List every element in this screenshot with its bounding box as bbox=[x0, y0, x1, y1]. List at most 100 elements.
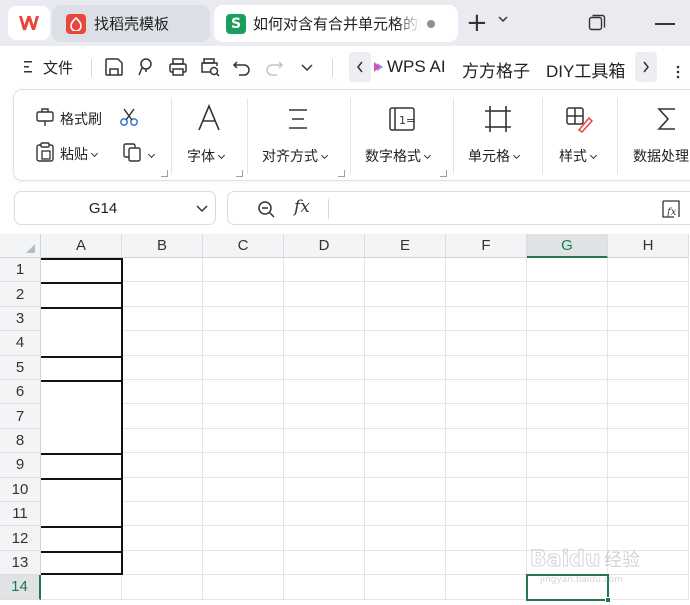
cell-c3[interactable] bbox=[203, 306, 284, 332]
window-restore-icon[interactable] bbox=[588, 14, 606, 32]
cell-e3[interactable] bbox=[365, 306, 446, 332]
cell-c5[interactable] bbox=[203, 355, 284, 380]
font-button[interactable]: 字体 bbox=[187, 146, 226, 166]
cell-b9[interactable] bbox=[122, 453, 203, 478]
cell-g5[interactable] bbox=[527, 355, 608, 380]
cell-h4[interactable] bbox=[608, 331, 689, 356]
file-menu[interactable]: 文件 bbox=[43, 57, 73, 78]
cell-d10[interactable] bbox=[284, 477, 365, 502]
cell-g7[interactable] bbox=[527, 404, 608, 429]
cell-g9[interactable] bbox=[527, 453, 608, 478]
row-header-5[interactable]: 5 bbox=[0, 355, 41, 380]
cell-g8[interactable] bbox=[527, 428, 608, 454]
cell-h10[interactable] bbox=[608, 477, 689, 502]
cell-d7[interactable] bbox=[284, 404, 365, 429]
formula-input[interactable] bbox=[332, 197, 652, 221]
tab-docer-templates[interactable]: 找稻壳模板 bbox=[52, 5, 210, 42]
cell-f2[interactable] bbox=[446, 282, 527, 307]
cell-h1[interactable] bbox=[608, 258, 689, 283]
merged-cell-a6-a8[interactable] bbox=[41, 380, 123, 454]
cell-c6[interactable] bbox=[203, 380, 284, 405]
cell-c2[interactable] bbox=[203, 282, 284, 307]
cell-f7[interactable] bbox=[446, 404, 527, 429]
cell-f14[interactable] bbox=[446, 575, 527, 600]
tab-wps-ai[interactable]: WPS AI bbox=[387, 57, 446, 77]
copy-chevron-down-icon[interactable] bbox=[147, 150, 156, 159]
cell-f12[interactable] bbox=[446, 526, 527, 551]
cell-f8[interactable] bbox=[446, 428, 527, 454]
cell-e9[interactable] bbox=[365, 453, 446, 478]
cell-e4[interactable] bbox=[365, 331, 446, 356]
merged-cell-a13[interactable] bbox=[41, 550, 123, 576]
quick-access-chevron-down-icon[interactable] bbox=[296, 56, 318, 78]
cell-c4[interactable] bbox=[203, 331, 284, 356]
paste-button[interactable]: 粘贴 bbox=[60, 144, 99, 164]
column-header-c[interactable]: C bbox=[203, 234, 284, 258]
merged-cell-a3-a4[interactable] bbox=[41, 306, 123, 356]
insert-function-button[interactable]: fx bbox=[294, 197, 310, 217]
tab-diy-toolbox[interactable]: DIY工具箱 bbox=[546, 57, 625, 82]
cell-b1[interactable] bbox=[122, 258, 203, 283]
tab-active-spreadsheet[interactable]: S 如何对含有合并单元格的数据进行排序 bbox=[214, 5, 458, 42]
cell-h5[interactable] bbox=[608, 355, 689, 380]
row-header-9[interactable]: 9 bbox=[0, 453, 41, 478]
row-header-14[interactable]: 14 bbox=[0, 575, 41, 600]
row-header-1[interactable]: 1 bbox=[0, 258, 41, 283]
cell-e10[interactable] bbox=[365, 477, 446, 502]
merged-cell-a9[interactable] bbox=[41, 453, 123, 478]
cell-f11[interactable] bbox=[446, 502, 527, 527]
merged-cell-a1[interactable] bbox=[41, 258, 123, 283]
cell-c1[interactable] bbox=[203, 258, 284, 283]
cell-b2[interactable] bbox=[122, 282, 203, 307]
menu-icon[interactable] bbox=[22, 59, 34, 75]
merged-cell-a5[interactable] bbox=[41, 355, 123, 380]
cell-b14[interactable] bbox=[122, 575, 203, 600]
column-header-d[interactable]: D bbox=[284, 234, 365, 258]
undo-icon[interactable] bbox=[231, 56, 253, 78]
cell-b12[interactable] bbox=[122, 526, 203, 551]
cell-d1[interactable] bbox=[284, 258, 365, 283]
cell-h2[interactable] bbox=[608, 282, 689, 307]
select-all-corner[interactable] bbox=[0, 234, 41, 258]
font-dialog-launcher-icon[interactable] bbox=[236, 170, 243, 177]
cell-d3[interactable] bbox=[284, 306, 365, 332]
merged-cell-a10-a11[interactable] bbox=[41, 477, 123, 527]
cell-f1[interactable] bbox=[446, 258, 527, 283]
row-header-6[interactable]: 6 bbox=[0, 380, 41, 405]
cell-d2[interactable] bbox=[284, 282, 365, 307]
cell-g1[interactable] bbox=[527, 258, 608, 283]
cell-e14[interactable] bbox=[365, 575, 446, 600]
cell-d6[interactable] bbox=[284, 380, 365, 405]
name-box[interactable]: G14 bbox=[14, 191, 216, 225]
cell-e7[interactable] bbox=[365, 404, 446, 429]
cell-e6[interactable] bbox=[365, 380, 446, 405]
cell-d8[interactable] bbox=[284, 428, 365, 454]
row-header-3[interactable]: 3 bbox=[0, 306, 41, 332]
cell-f13[interactable] bbox=[446, 550, 527, 576]
column-header-e[interactable]: E bbox=[365, 234, 446, 258]
cell-h11[interactable] bbox=[608, 502, 689, 527]
row-header-13[interactable]: 13 bbox=[0, 550, 41, 576]
cell-c11[interactable] bbox=[203, 502, 284, 527]
more-options-icon[interactable] bbox=[676, 65, 680, 79]
copy-icon[interactable] bbox=[121, 141, 143, 163]
cell-g10[interactable] bbox=[527, 477, 608, 502]
cell-b13[interactable] bbox=[122, 550, 203, 576]
cell-e13[interactable] bbox=[365, 550, 446, 576]
column-header-a[interactable]: A bbox=[41, 234, 122, 258]
cell-c9[interactable] bbox=[203, 453, 284, 478]
print-preview-icon[interactable] bbox=[199, 56, 221, 78]
cell-h9[interactable] bbox=[608, 453, 689, 478]
row-header-4[interactable]: 4 bbox=[0, 331, 41, 356]
alignment-dialog-launcher-icon[interactable] bbox=[338, 170, 345, 177]
cell-d12[interactable] bbox=[284, 526, 365, 551]
row-header-11[interactable]: 11 bbox=[0, 502, 41, 527]
cell-e11[interactable] bbox=[365, 502, 446, 527]
cell-f9[interactable] bbox=[446, 453, 527, 478]
alignment-button[interactable]: 对齐方式 bbox=[262, 146, 329, 166]
cell-c8[interactable] bbox=[203, 428, 284, 454]
merged-cell-a12[interactable] bbox=[41, 526, 123, 551]
function-wizard-icon[interactable]: fx bbox=[660, 198, 682, 220]
cell-h6[interactable] bbox=[608, 380, 689, 405]
share-icon[interactable] bbox=[135, 56, 157, 78]
